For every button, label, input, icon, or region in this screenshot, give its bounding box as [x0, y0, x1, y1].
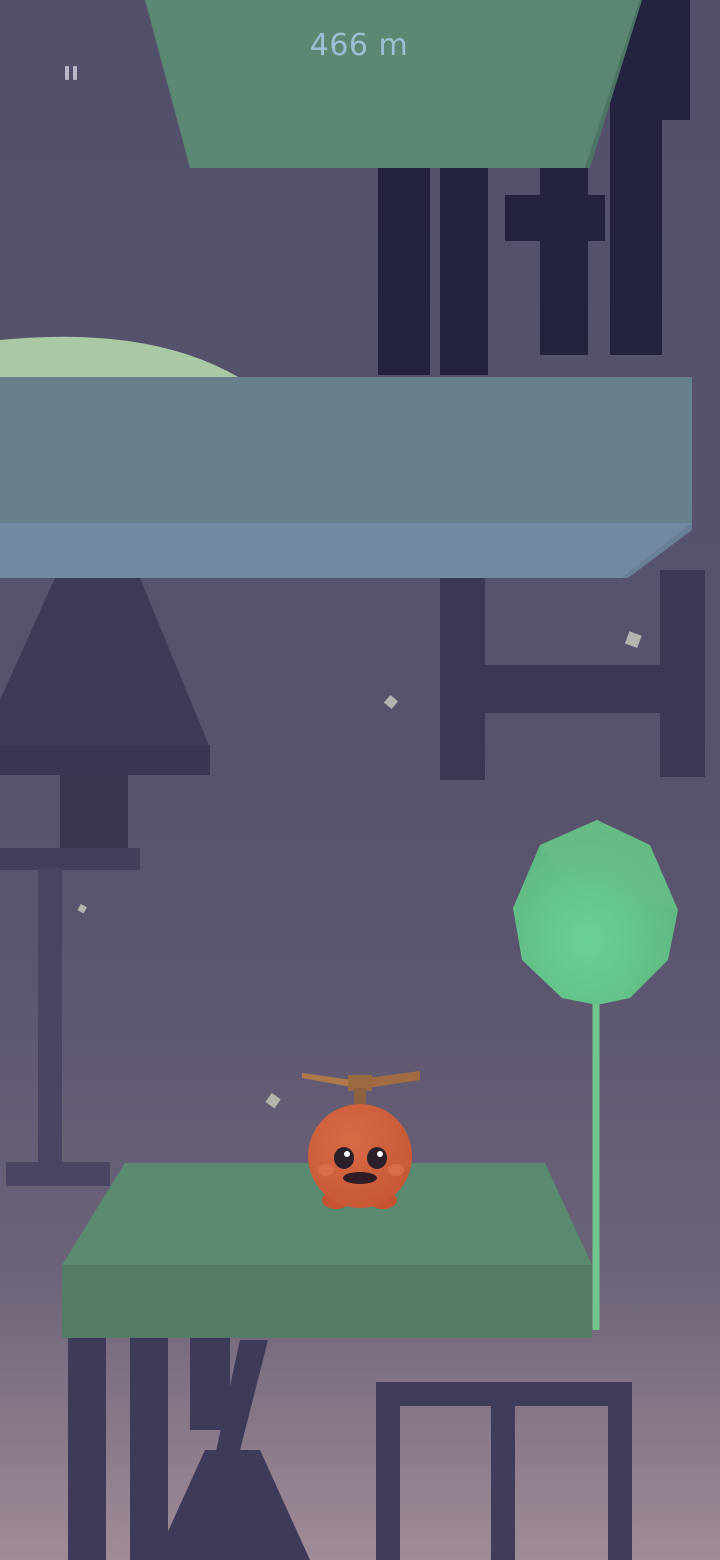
top-platform: [145, 0, 642, 168]
pause-icon: [63, 66, 79, 80]
game-screen[interactable]: 466 m: [0, 0, 720, 1560]
game-scene: [0, 0, 720, 1560]
pause-button[interactable]: [56, 58, 86, 88]
distance-counter: 466 m: [309, 28, 409, 63]
blue-platform: [0, 377, 692, 578]
